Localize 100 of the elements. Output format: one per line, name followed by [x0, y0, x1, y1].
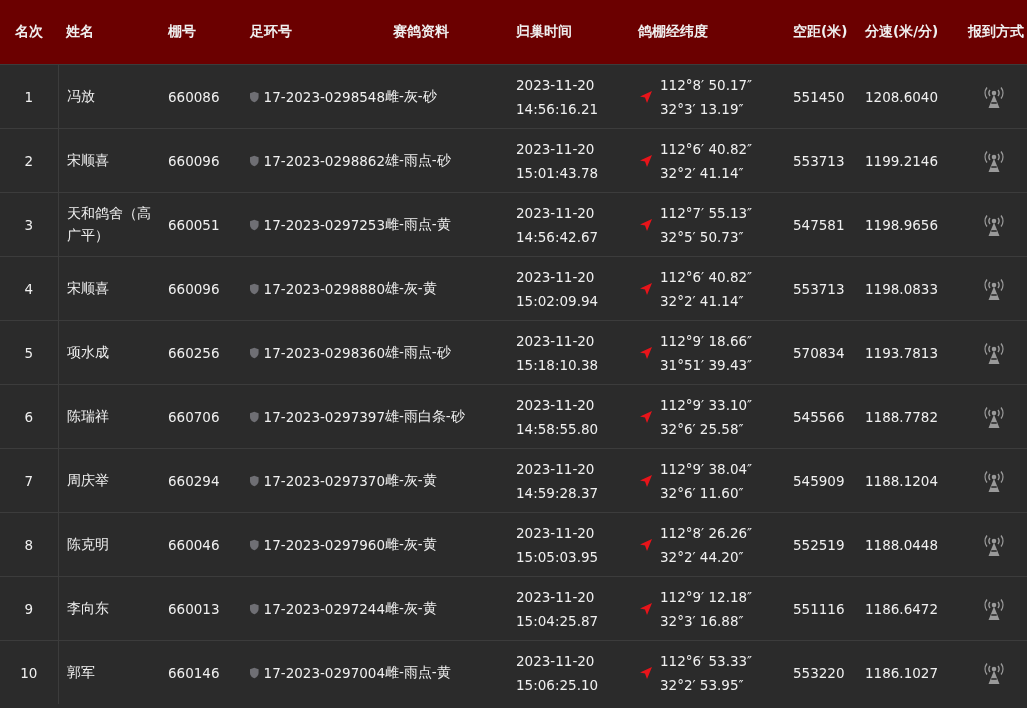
- loft-number: 660096: [168, 152, 220, 169]
- distance-value: 552519: [793, 536, 845, 553]
- column-header: 赛鸽资料: [393, 23, 449, 39]
- distance-value: 553713: [793, 152, 845, 169]
- return-date: 2023-11-20: [516, 396, 596, 413]
- longitude-text: 112°8′ 50.17″: [660, 76, 753, 93]
- return-time: 15:01:43.78: [516, 164, 600, 181]
- arrow-icon: [640, 90, 652, 103]
- rank-text: 6: [24, 408, 34, 425]
- pigeon-info: 雄-灰-黄: [385, 279, 437, 296]
- speed-value: 1186.1027: [865, 664, 938, 681]
- antenna-icon: [981, 532, 1006, 557]
- distance-value: 545909: [793, 472, 845, 489]
- antenna-icon: [981, 84, 1006, 109]
- rank-text: 2: [24, 152, 34, 169]
- loft-number: 660146: [168, 664, 220, 681]
- loft-number: 660294: [168, 472, 220, 489]
- column-header: 名次: [15, 23, 43, 39]
- longitude-text: 112°8′ 26.26″: [660, 524, 753, 541]
- column-header: 报到方式: [968, 23, 1024, 39]
- latitude-text: 32°2′ 41.14″: [660, 164, 745, 181]
- return-date: 2023-11-20: [516, 588, 596, 605]
- owner-name: 宋顺喜: [66, 151, 109, 168]
- arrow-icon: [640, 218, 652, 231]
- return-time: 15:18:10.38: [516, 356, 600, 373]
- antenna-icon: [981, 596, 1006, 621]
- speed-value: 1199.2146: [865, 152, 938, 169]
- owner-name: 项水成: [66, 343, 109, 360]
- return-date: 2023-11-20: [516, 140, 596, 157]
- speed-value: 1198.0833: [865, 280, 938, 297]
- ring-number: 17-2023-0298862: [263, 152, 385, 169]
- loft-number: 660706: [168, 408, 220, 425]
- speed-value: 1186.6472: [865, 600, 938, 617]
- ring-number: 17-2023-0297004: [263, 664, 385, 681]
- speed-value: 1193.7813: [865, 344, 938, 361]
- column-header: 棚号: [168, 23, 196, 39]
- longitude-text: 112°7′ 55.13″: [660, 204, 753, 221]
- speed-value: 1188.0448: [865, 536, 938, 553]
- pigeon-info: 雌-雨点-黄: [385, 663, 451, 680]
- distance-value: 551116: [793, 600, 845, 617]
- pigeon-info: 雌-雨点-黄: [385, 215, 451, 232]
- rank-text: 4: [24, 280, 34, 297]
- rank-text: 1: [24, 88, 34, 105]
- latitude-text: 32°6′ 25.58″: [660, 420, 745, 437]
- owner-name: 陈瑞祥: [66, 407, 109, 424]
- speed-value: 1208.6040: [865, 88, 938, 105]
- owner-name: 冯放: [66, 87, 95, 104]
- return-date: 2023-11-20: [516, 652, 596, 669]
- antenna-icon: [981, 404, 1006, 429]
- arrow-icon: [640, 538, 652, 551]
- arrow-icon: [640, 346, 652, 359]
- column-header: 姓名: [66, 23, 94, 39]
- column-header: 足环号: [250, 23, 292, 39]
- return-date: 2023-11-20: [516, 460, 596, 477]
- ring-number: 17-2023-0298880: [263, 280, 385, 297]
- distance-value: 551450: [793, 88, 845, 105]
- loft-number: 660046: [168, 536, 220, 553]
- antenna-icon: [981, 148, 1006, 173]
- arrow-icon: [640, 666, 652, 679]
- pigeon-info: 雄-雨点-砂: [385, 343, 451, 360]
- speed-value: 1188.1204: [865, 472, 938, 489]
- ring-number: 17-2023-0297397: [263, 408, 385, 425]
- return-time: 14:56:42.67: [516, 228, 600, 245]
- antenna-icon: [981, 340, 1006, 365]
- ring-number: 17-2023-0297370: [263, 472, 385, 489]
- longitude-text: 112°9′ 33.10″: [660, 396, 753, 413]
- return-time: 14:58:55.80: [516, 420, 600, 437]
- pigeon-info: 雄-雨白条-砂: [385, 407, 465, 424]
- longitude-text: 112°6′ 40.82″: [660, 268, 753, 285]
- rank-text: 7: [24, 472, 34, 489]
- return-time: 15:05:03.95: [516, 548, 600, 565]
- owner-name: 周庆举: [66, 471, 109, 488]
- loft-number: 660051: [168, 216, 220, 233]
- arrow-icon: [640, 282, 652, 295]
- return-date: 2023-11-20: [516, 332, 596, 349]
- antenna-icon: [981, 468, 1006, 493]
- return-time: 15:06:25.10: [516, 676, 600, 693]
- latitude-text: 32°5′ 50.73″: [660, 228, 745, 245]
- latitude-text: 32°2′ 53.95″: [660, 676, 745, 693]
- rank-text: 8: [24, 536, 34, 553]
- owner-name: 陈克明: [66, 535, 109, 552]
- owner-name: 李向东: [66, 599, 109, 616]
- return-time: 14:59:28.37: [516, 484, 600, 501]
- owner-name: 宋顺喜: [66, 279, 109, 296]
- distance-value: 570834: [793, 344, 845, 361]
- loft-number: 660086: [168, 88, 220, 105]
- ring-number: 17-2023-0297960: [263, 536, 385, 553]
- latitude-text: 32°3′ 13.19″: [660, 100, 745, 117]
- return-time: 15:02:09.94: [516, 292, 600, 309]
- latitude-text: 32°2′ 44.20″: [660, 548, 745, 565]
- longitude-text: 112°9′ 18.66″: [660, 332, 753, 349]
- loft-number: 660013: [168, 600, 220, 617]
- column-header: 鸽棚经纬度: [638, 23, 708, 39]
- antenna-icon: [981, 660, 1006, 685]
- speed-value: 1188.7782: [865, 408, 938, 425]
- ring-number: 17-2023-0298548: [263, 88, 385, 105]
- pigeon-info: 雌-灰-黄: [385, 599, 437, 616]
- ring-number: 17-2023-0297253: [263, 216, 385, 233]
- owner-name: 郭军: [66, 663, 95, 680]
- owner-name: 天和鸽舍（高广平）: [66, 204, 151, 243]
